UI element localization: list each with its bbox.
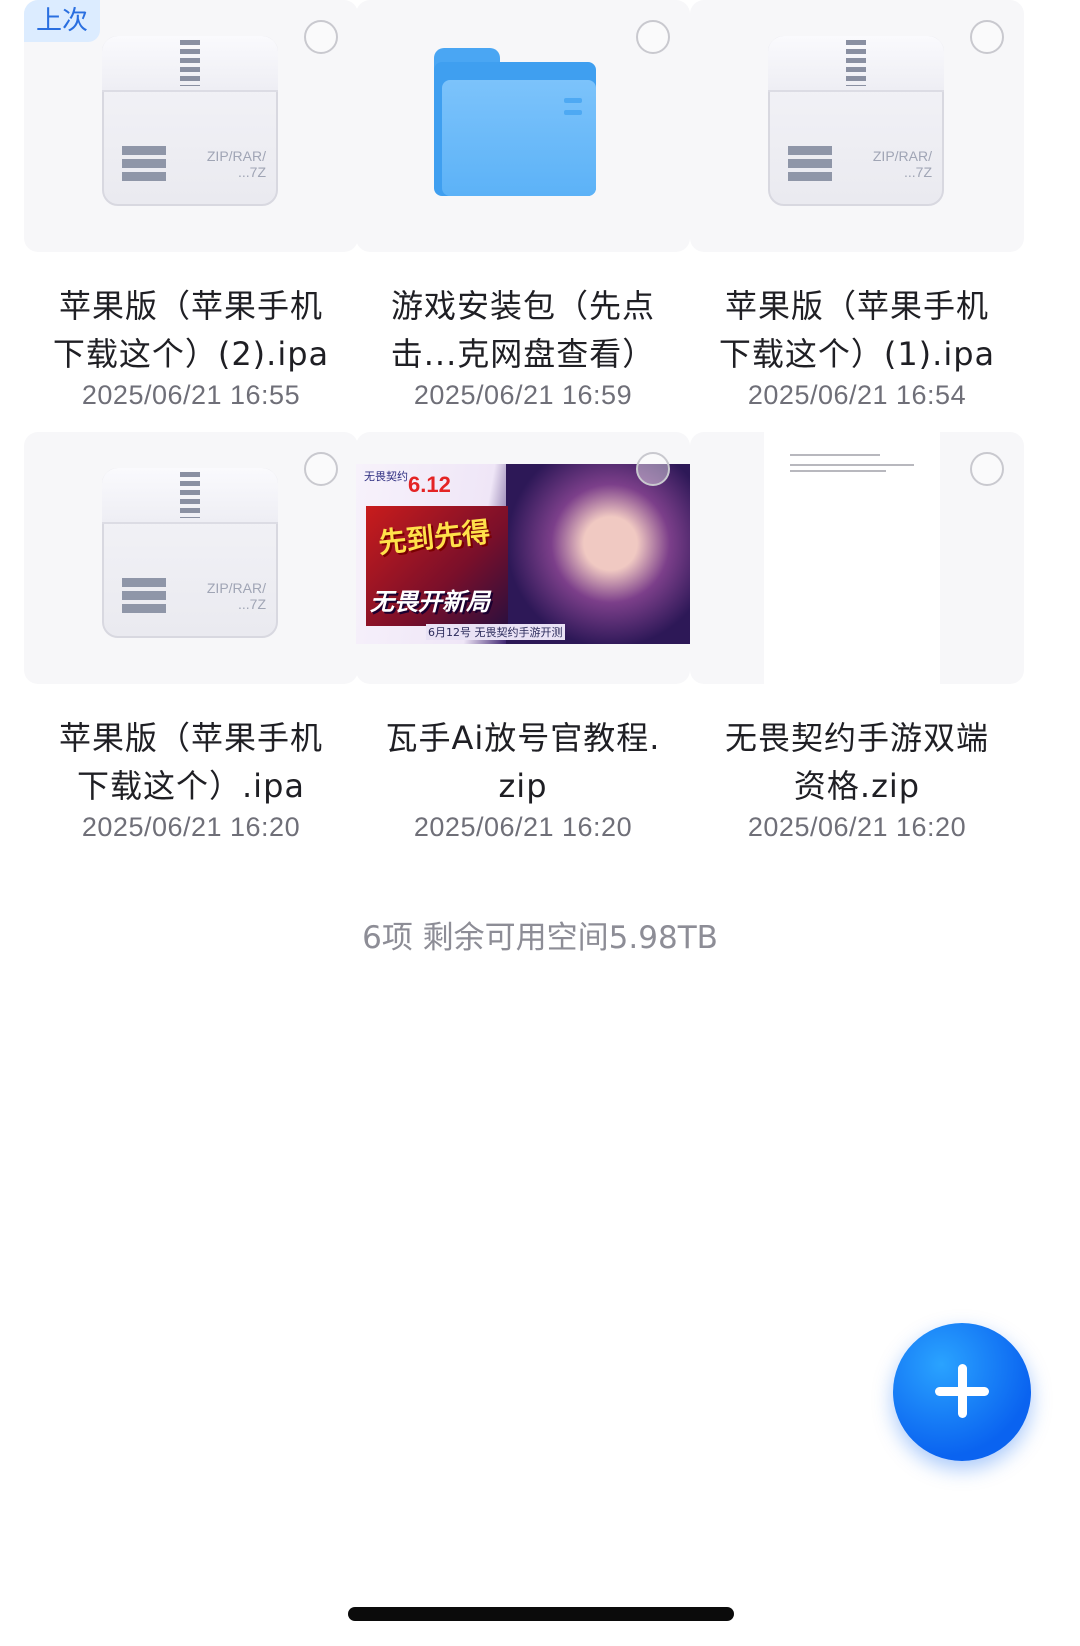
file-date: 2025/06/21 16:20 <box>747 812 967 842</box>
storage-summary: 6项 剩余可用空间5.98TB <box>362 920 718 956</box>
select-checkbox[interactable] <box>304 452 338 486</box>
file-name[interactable]: 无畏契约手游双端 资格.zip <box>690 714 1024 810</box>
folder-icon <box>434 48 596 196</box>
promo-image-thumbnail: 无畏契约 6.12 先到先得 无畏开新局 6月12号 无畏契约手游开测 <box>356 464 690 644</box>
home-indicator[interactable] <box>348 1607 734 1621</box>
folder-thumbnail[interactable] <box>356 0 690 252</box>
file-name[interactable]: 游戏安装包（先点 击...克网盘查看） <box>356 282 690 378</box>
file-date: 2025/06/21 16:55 <box>81 380 301 410</box>
zip-archive-icon: ZIP/RAR/ ...7Z <box>102 468 278 638</box>
select-checkbox[interactable] <box>304 20 338 54</box>
zip-archive-icon: ZIP/RAR/ ...7Z <box>102 36 278 206</box>
file-date: 2025/06/21 16:54 <box>747 380 967 410</box>
file-thumbnail[interactable]: ZIP/RAR/ ...7Z <box>24 432 358 684</box>
file-name[interactable]: 苹果版（苹果手机 下载这个）(1).ipa <box>690 282 1024 378</box>
file-date: 2025/06/21 16:20 <box>413 812 633 842</box>
file-thumbnail[interactable]: ZIP/RAR/ ...7Z <box>690 0 1024 252</box>
select-checkbox[interactable] <box>636 20 670 54</box>
zip-archive-icon: ZIP/RAR/ ...7Z <box>768 36 944 206</box>
file-date: 2025/06/21 16:59 <box>413 380 633 410</box>
file-name[interactable]: 苹果版（苹果手机 下载这个）(2).ipa <box>24 282 358 378</box>
file-thumbnail[interactable]: 无畏契约 6.12 先到先得 无畏开新局 6月12号 无畏契约手游开测 <box>356 432 690 684</box>
file-date: 2025/06/21 16:20 <box>81 812 301 842</box>
select-checkbox[interactable] <box>970 452 1004 486</box>
last-opened-badge: 上次 <box>24 0 101 42</box>
file-name[interactable]: 瓦手Ai放号官教程. zip <box>356 714 690 810</box>
file-name[interactable]: 苹果版（苹果手机 下载这个）.ipa <box>24 714 358 810</box>
select-checkbox[interactable] <box>636 452 670 486</box>
add-button[interactable] <box>893 1323 1031 1461</box>
document-preview <box>764 432 940 684</box>
file-thumbnail[interactable]: ZIP/RAR/ ...7Z 上次 <box>24 0 358 252</box>
file-thumbnail[interactable] <box>690 432 1024 684</box>
character-art <box>506 464 690 644</box>
select-checkbox[interactable] <box>970 20 1004 54</box>
